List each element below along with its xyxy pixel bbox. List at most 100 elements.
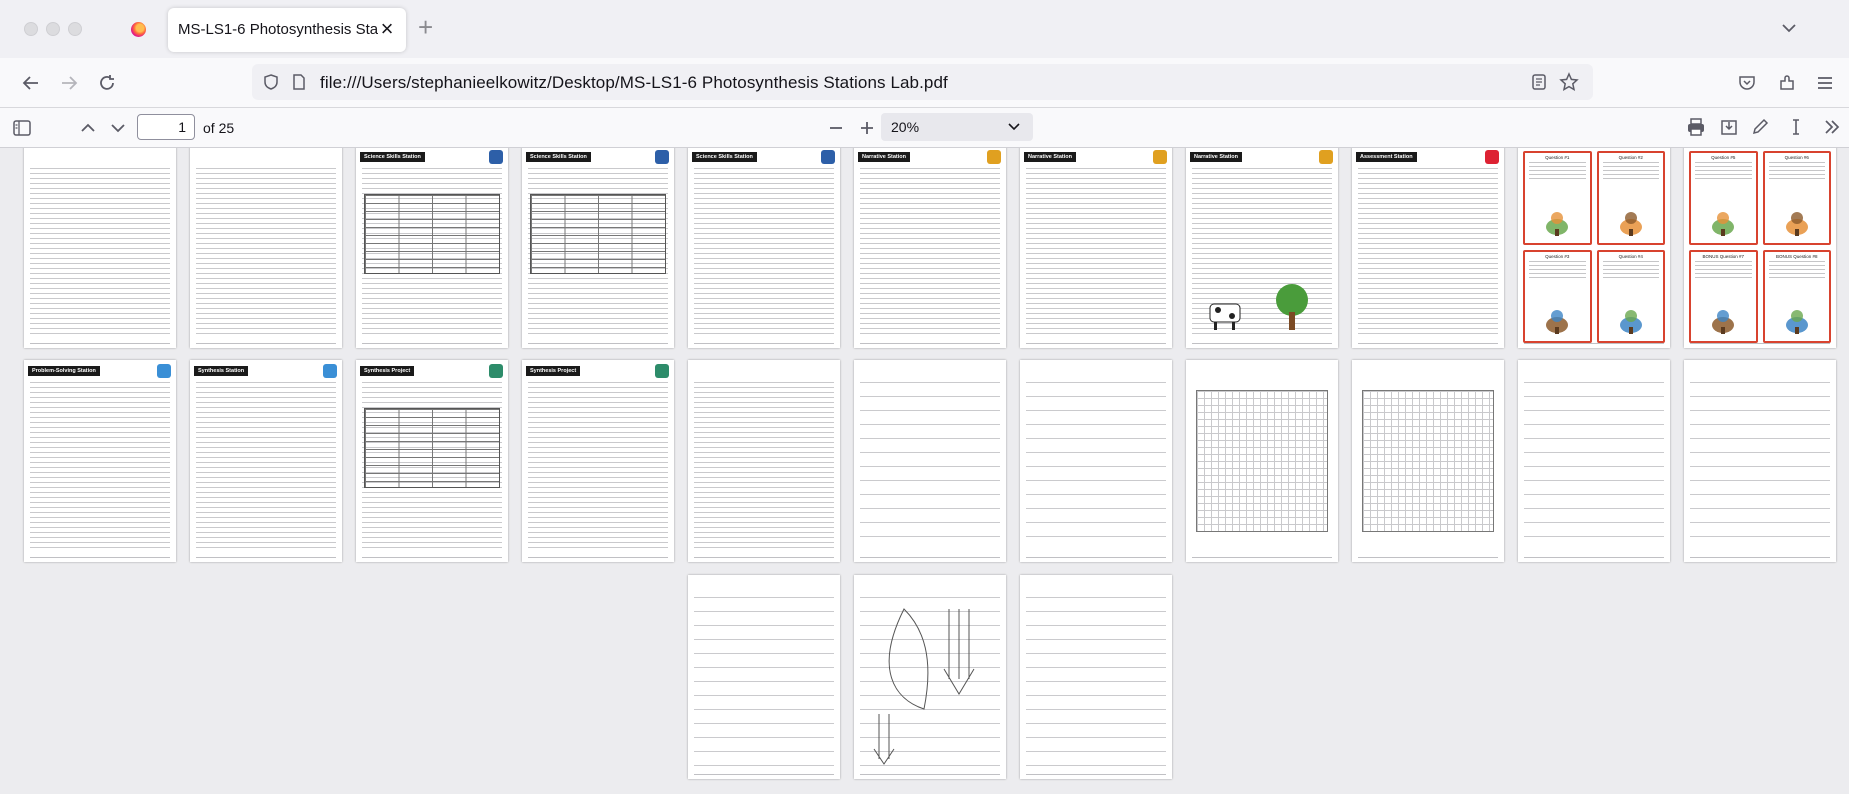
page-thumbnail[interactable] bbox=[190, 148, 342, 348]
pocket-icon[interactable] bbox=[1737, 73, 1757, 93]
page-thumbnail[interactable]: Science Skills Station bbox=[356, 148, 508, 348]
zoom-select[interactable]: 20% bbox=[881, 113, 1033, 141]
page-thumbnail[interactable] bbox=[1186, 360, 1338, 562]
graph-grid bbox=[1362, 390, 1494, 532]
bookmark-star-icon[interactable] bbox=[1559, 72, 1579, 92]
station-title: Assessment Station bbox=[1356, 152, 1417, 162]
page-footer bbox=[30, 557, 170, 558]
task-card: Question #6 bbox=[1762, 151, 1831, 245]
zoom-in-icon[interactable] bbox=[857, 118, 877, 138]
card-question-label: BONUS Question #7 bbox=[1702, 253, 1745, 259]
page-text-lines bbox=[694, 168, 834, 336]
page-footer bbox=[1192, 343, 1332, 344]
firefox-view-icon[interactable] bbox=[131, 22, 146, 37]
back-icon[interactable] bbox=[20, 72, 42, 94]
page-icon[interactable] bbox=[290, 73, 308, 91]
arrow-icon bbox=[1619, 310, 1642, 334]
page-thumbnail[interactable]: Narrative Station bbox=[854, 148, 1006, 348]
page-footer bbox=[196, 343, 336, 344]
page-thumbnail[interactable] bbox=[1518, 360, 1670, 562]
station-title: Science Skills Station bbox=[692, 152, 757, 162]
station-title: Science Skills Station bbox=[360, 152, 425, 162]
station-badge-icon bbox=[323, 364, 337, 378]
forward-icon[interactable] bbox=[58, 72, 80, 94]
station-title: Narrative Station bbox=[1190, 152, 1243, 162]
reader-view-icon[interactable] bbox=[1529, 72, 1549, 92]
page-thumbnail[interactable]: Science Skills Station bbox=[522, 148, 674, 348]
page-footer bbox=[1358, 343, 1498, 344]
print-icon[interactable] bbox=[1686, 117, 1706, 137]
card-question-text bbox=[1695, 162, 1752, 180]
arrow-icon bbox=[1785, 310, 1808, 334]
maximize-window-button[interactable] bbox=[68, 22, 82, 36]
draw-icon[interactable] bbox=[1750, 117, 1770, 137]
station-title: Synthesis Station bbox=[194, 366, 249, 376]
tools-chevron-icon[interactable] bbox=[1822, 117, 1842, 137]
extensions-icon[interactable] bbox=[1777, 73, 1797, 93]
list-all-tabs-icon[interactable] bbox=[1779, 18, 1799, 38]
page-thumbnail[interactable]: Science Skills Station bbox=[688, 148, 840, 348]
page-footer bbox=[694, 774, 834, 775]
page-thumbnail[interactable] bbox=[688, 360, 840, 562]
page-text-lines bbox=[30, 168, 170, 336]
page-footer bbox=[694, 557, 834, 558]
zoom-out-icon[interactable] bbox=[826, 118, 846, 138]
page-thumbnail[interactable]: Narrative Station bbox=[1186, 148, 1338, 348]
station-title: Narrative Station bbox=[1024, 152, 1077, 162]
page-thumbnail[interactable]: Synthesis Project bbox=[522, 360, 674, 562]
page-thumbnail[interactable] bbox=[1020, 360, 1172, 562]
url-text: file:///Users/stephanieelkowitz/Desktop/… bbox=[320, 73, 948, 92]
station-badge-icon bbox=[987, 150, 1001, 164]
page-footer bbox=[196, 557, 336, 558]
page-thumbnail[interactable] bbox=[24, 148, 176, 348]
page-thumbnail[interactable] bbox=[854, 360, 1006, 562]
page-footer bbox=[528, 343, 668, 344]
new-tab-button[interactable]: + bbox=[418, 14, 433, 40]
page-thumbnail[interactable] bbox=[1020, 575, 1172, 779]
close-tab-icon[interactable]: × bbox=[376, 18, 398, 41]
reload-icon[interactable] bbox=[96, 72, 118, 94]
page-thumbnail[interactable]: Assessment Station bbox=[1352, 148, 1504, 348]
page-thumbnail[interactable]: Problem-Solving Station bbox=[24, 360, 176, 562]
menu-icon[interactable] bbox=[1815, 73, 1835, 93]
previous-page-icon[interactable] bbox=[78, 118, 98, 138]
next-page-icon[interactable] bbox=[108, 118, 128, 138]
navigation-toolbar: file:///Users/stephanieelkowitz/Desktop/… bbox=[0, 58, 1849, 108]
text-cursor-icon[interactable] bbox=[1786, 117, 1806, 137]
page-thumbnail[interactable] bbox=[688, 575, 840, 779]
page-footer bbox=[1524, 557, 1664, 558]
station-title: Synthesis Project bbox=[526, 366, 581, 376]
page-footer bbox=[362, 343, 502, 344]
shield-icon[interactable] bbox=[262, 73, 280, 91]
card-question-text bbox=[1695, 260, 1752, 279]
pdf-viewer[interactable]: Science Skills Station Science Skills Sta… bbox=[0, 148, 1849, 794]
task-card: Question #3 bbox=[1523, 249, 1592, 343]
page-thumbnail[interactable]: Synthesis Project bbox=[356, 360, 508, 562]
page-footer bbox=[1026, 557, 1166, 558]
page-footer bbox=[362, 557, 502, 558]
page-footer bbox=[860, 557, 1000, 558]
pdf-toolbar: 1 of 25 20% bbox=[0, 108, 1849, 148]
close-window-button[interactable] bbox=[24, 22, 38, 36]
page-thumbnail[interactable]: Question #1 Question #2 Question #3 Questio… bbox=[1518, 148, 1670, 348]
save-icon[interactable] bbox=[1719, 117, 1739, 137]
chevron-down-icon bbox=[1008, 123, 1020, 131]
page-thumbnail[interactable]: Synthesis Station bbox=[190, 360, 342, 562]
station-title: Synthesis Project bbox=[360, 366, 415, 376]
page-thumbnail[interactable] bbox=[854, 575, 1006, 779]
page-number-input[interactable]: 1 bbox=[137, 114, 195, 140]
address-bar[interactable]: file:///Users/stephanieelkowitz/Desktop/… bbox=[252, 64, 1593, 100]
bird-icon bbox=[1712, 211, 1735, 236]
page-thumbnail[interactable] bbox=[1684, 360, 1836, 562]
active-tab[interactable]: MS-LS1-6 Photosynthesis Stations × bbox=[168, 8, 406, 52]
task-card: Question #2 bbox=[1596, 151, 1665, 245]
page-footer bbox=[860, 774, 1000, 775]
card-question-label: Question #6 bbox=[1784, 155, 1809, 160]
task-card: Question #5 bbox=[1689, 151, 1758, 245]
sidebar-toggle-icon[interactable] bbox=[12, 118, 32, 138]
minimize-window-button[interactable] bbox=[46, 22, 60, 36]
page-thumbnail[interactable]: Question #5 Question #6 BONUS Question #7 B… bbox=[1684, 148, 1836, 348]
page-thumbnail[interactable] bbox=[1352, 360, 1504, 562]
page-text-lines bbox=[860, 382, 1000, 550]
page-thumbnail[interactable]: Narrative Station bbox=[1020, 148, 1172, 348]
